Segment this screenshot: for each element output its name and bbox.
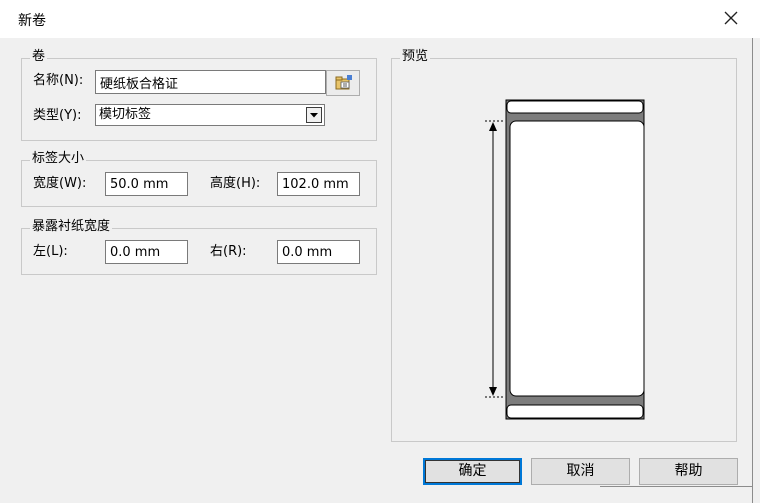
window-title: 新卷 (18, 13, 46, 29)
height-label: 高度(H): (210, 176, 261, 191)
width-label: 宽度(W): (33, 176, 87, 191)
label-preview (485, 99, 645, 420)
height-dimension-arrow (485, 120, 504, 398)
cancel-button[interactable]: 取消 (531, 458, 630, 485)
name-input[interactable] (95, 70, 326, 94)
liner-legend: 暴露衬纸宽度 (30, 219, 113, 235)
left-input[interactable] (105, 240, 188, 264)
right-input[interactable] (277, 240, 360, 264)
window-edge-bottom (600, 486, 753, 487)
ok-button[interactable]: 确定 (423, 458, 522, 485)
help-button[interactable]: 帮助 (639, 458, 738, 485)
current-label (509, 120, 645, 397)
roll-legend: 卷 (30, 49, 48, 65)
close-icon (724, 11, 738, 25)
type-select-value: 模切标签 (99, 107, 152, 122)
type-label: 类型(Y): (33, 108, 82, 123)
height-input[interactable] (277, 172, 360, 196)
folder-browse-icon (335, 75, 352, 90)
title-bar: 新卷 (0, 0, 760, 38)
chevron-down-icon (310, 113, 318, 118)
type-dropdown-button[interactable] (306, 107, 322, 123)
left-label: 左(L): (33, 244, 68, 259)
type-select[interactable]: 模切标签 (95, 104, 325, 126)
right-label: 右(R): (210, 244, 247, 259)
browse-button[interactable] (326, 70, 360, 96)
previous-label (506, 100, 644, 114)
preview-legend: 预览 (400, 49, 431, 65)
close-button[interactable] (715, 3, 747, 35)
next-label (506, 404, 644, 419)
window-edge (752, 38, 753, 503)
name-label: 名称(N): (33, 73, 84, 88)
label-size-legend: 标签大小 (30, 151, 87, 167)
width-input[interactable] (105, 172, 188, 196)
